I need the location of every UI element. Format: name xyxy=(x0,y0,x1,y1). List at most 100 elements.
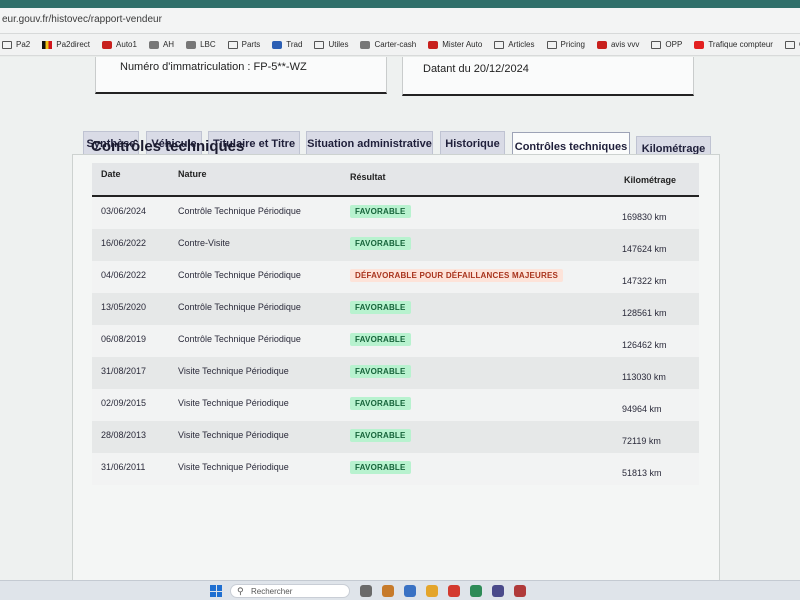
bookmark-item[interactable]: AH xyxy=(148,40,174,49)
inspection-result-cell: FAVORABLE xyxy=(350,205,411,218)
column-header-km: Kilométrage xyxy=(624,175,677,185)
tab-situation-administrative[interactable]: Situation administrative xyxy=(306,131,433,155)
app-icon[interactable] xyxy=(470,585,482,597)
inspection-date: 31/06/2011 xyxy=(101,462,146,472)
inspection-nature: Visite Technique Périodique xyxy=(178,462,289,472)
inspection-nature: Contrôle Technique Périodique xyxy=(178,334,301,344)
bookmark-label: Auto1 xyxy=(116,40,137,49)
bookmark-item[interactable]: LBC xyxy=(186,40,216,49)
table-row: 04/06/2022 Contrôle Technique Périodique D… xyxy=(92,261,699,293)
taskbar-search[interactable]: ⚲ Rechercher xyxy=(230,584,350,598)
translate-icon xyxy=(272,40,283,49)
inspection-result-cell: FAVORABLE xyxy=(350,333,411,346)
bookmark-label: LBC xyxy=(200,40,216,49)
inspection-date: 04/06/2022 xyxy=(101,270,147,280)
window-top-strip xyxy=(0,0,800,8)
bookmark-item[interactable]: Trad xyxy=(272,40,302,49)
status-badge: FAVORABLE xyxy=(350,365,411,378)
folder-icon[interactable] xyxy=(426,585,438,597)
inspection-mileage: 51813 km xyxy=(622,468,662,478)
folder-icon xyxy=(651,40,662,49)
flag-icon xyxy=(42,40,53,49)
inspection-mileage: 72119 km xyxy=(622,436,661,446)
bookmark-item[interactable]: Articles xyxy=(494,40,535,49)
inspection-date: 02/09/2015 xyxy=(101,398,147,408)
bookmark-item[interactable]: avis vvv xyxy=(596,40,640,49)
bookmark-item[interactable]: Mister Auto xyxy=(428,40,482,49)
status-badge: FAVORABLE xyxy=(350,237,411,250)
inspection-mileage: 113030 km xyxy=(622,372,666,382)
bookmark-item[interactable]: Carro xyxy=(784,40,800,49)
bookmark-label: Utiles xyxy=(328,40,349,49)
bookmark-item[interactable]: Parts xyxy=(227,40,261,49)
table-row: 31/06/2011 Visite Technique Périodique FAV… xyxy=(92,453,699,485)
inspection-mileage: 128561 km xyxy=(622,308,667,318)
inspection-nature: Contrôle Technique Périodique xyxy=(178,206,301,216)
inspection-result-cell: FAVORABLE xyxy=(350,429,411,442)
bookmark-label: Trafique compteur xyxy=(708,40,773,49)
bookmark-label: Pricing xyxy=(560,40,585,49)
inspection-result-cell: FAVORABLE xyxy=(350,237,411,250)
address-url[interactable]: eur.gouv.fr/histovec/rapport-vendeur xyxy=(2,14,162,25)
table-row: 28/08/2013 Visite Technique Périodique FAV… xyxy=(92,421,699,453)
tab-historique[interactable]: Historique xyxy=(440,131,505,155)
status-badge: FAVORABLE xyxy=(350,461,411,474)
table-body: 03/06/2024 Contrôle Technique Périodique F… xyxy=(92,197,699,485)
inspection-nature: Visite Technique Périodique xyxy=(178,398,289,408)
inspection-result-cell: FAVORABLE xyxy=(350,365,411,378)
folder-icon xyxy=(494,40,505,49)
map-pin-icon xyxy=(596,40,607,49)
inspection-date: 28/08/2013 xyxy=(101,430,147,440)
app-icon[interactable] xyxy=(448,585,460,597)
status-badge: FAVORABLE xyxy=(350,301,411,314)
inspection-nature: Contrôle Technique Périodique xyxy=(178,270,301,280)
bookmark-item[interactable]: Carter-cash xyxy=(360,40,416,49)
inspection-mileage: 147624 km xyxy=(622,244,667,254)
inspection-result-cell: FAVORABLE xyxy=(350,461,411,474)
mister-auto-icon xyxy=(428,40,439,49)
registration-number: Numéro d'immatriculation : FP-5**-WZ xyxy=(120,61,307,73)
bookmark-item[interactable]: Pa2 xyxy=(2,40,30,49)
table-row: 06/08/2019 Contrôle Technique Périodique F… xyxy=(92,325,699,357)
bookmark-item[interactable]: Pa2direct xyxy=(42,40,90,49)
task-view-icon[interactable] xyxy=(360,585,372,597)
inspection-date: 16/06/2022 xyxy=(101,238,147,248)
bookmark-label: Parts xyxy=(241,40,261,49)
bookmark-item[interactable]: Auto1 xyxy=(102,40,137,49)
inspection-nature: Contre-Visite xyxy=(178,238,230,248)
lbc-logo-icon xyxy=(186,40,197,49)
bookmark-item[interactable]: Trafique compteur xyxy=(694,40,773,49)
inspection-nature: Visite Technique Périodique xyxy=(178,366,289,376)
inspections-table: Date Nature Résultat Kilométrage 03/06/2… xyxy=(92,163,699,485)
bookmark-label: avis vvv xyxy=(610,40,640,49)
inspection-date: 13/05/2020 xyxy=(101,302,147,312)
inspection-date: 06/08/2019 xyxy=(101,334,147,344)
bookmark-item[interactable]: Pricing xyxy=(546,40,585,49)
auto1-logo-icon xyxy=(102,40,113,49)
bookmark-label: Articles xyxy=(508,40,535,49)
inspection-mileage: 126462 km xyxy=(622,340,667,350)
status-badge: DÉFAVORABLE POUR DÉFAILLANCES MAJEURES xyxy=(350,269,564,282)
app-icon[interactable] xyxy=(492,585,504,597)
table-row: 13/05/2020 Contrôle Technique Périodique F… xyxy=(92,293,699,325)
table-row: 31/08/2017 Visite Technique Périodique FAV… xyxy=(92,357,699,389)
app-icon[interactable] xyxy=(404,585,416,597)
app-icon[interactable] xyxy=(382,585,394,597)
app-icon[interactable] xyxy=(514,585,526,597)
column-header-result: Résultat xyxy=(350,172,386,182)
inspection-result-cell: FAVORABLE xyxy=(350,301,411,314)
status-badge: FAVORABLE xyxy=(350,429,411,442)
inspection-date: 03/06/2024 xyxy=(101,206,147,216)
windows-start-icon[interactable] xyxy=(210,585,222,597)
table-header: Date Nature Résultat Kilométrage xyxy=(92,163,699,197)
column-header-nature: Nature xyxy=(178,169,207,179)
status-badge: FAVORABLE xyxy=(350,397,411,410)
youtube-icon xyxy=(694,40,705,49)
address-bar[interactable]: eur.gouv.fr/histovec/rapport-vendeur xyxy=(0,8,800,34)
taskbar-apps xyxy=(360,585,526,597)
bookmark-item[interactable]: OPP xyxy=(651,40,682,49)
bookmark-item[interactable]: Utiles xyxy=(314,40,348,49)
bookmark-folder-icon xyxy=(2,40,12,49)
bookmark-label: Pa2 xyxy=(16,40,31,49)
report-date: Datant du 20/12/2024 xyxy=(423,63,529,75)
